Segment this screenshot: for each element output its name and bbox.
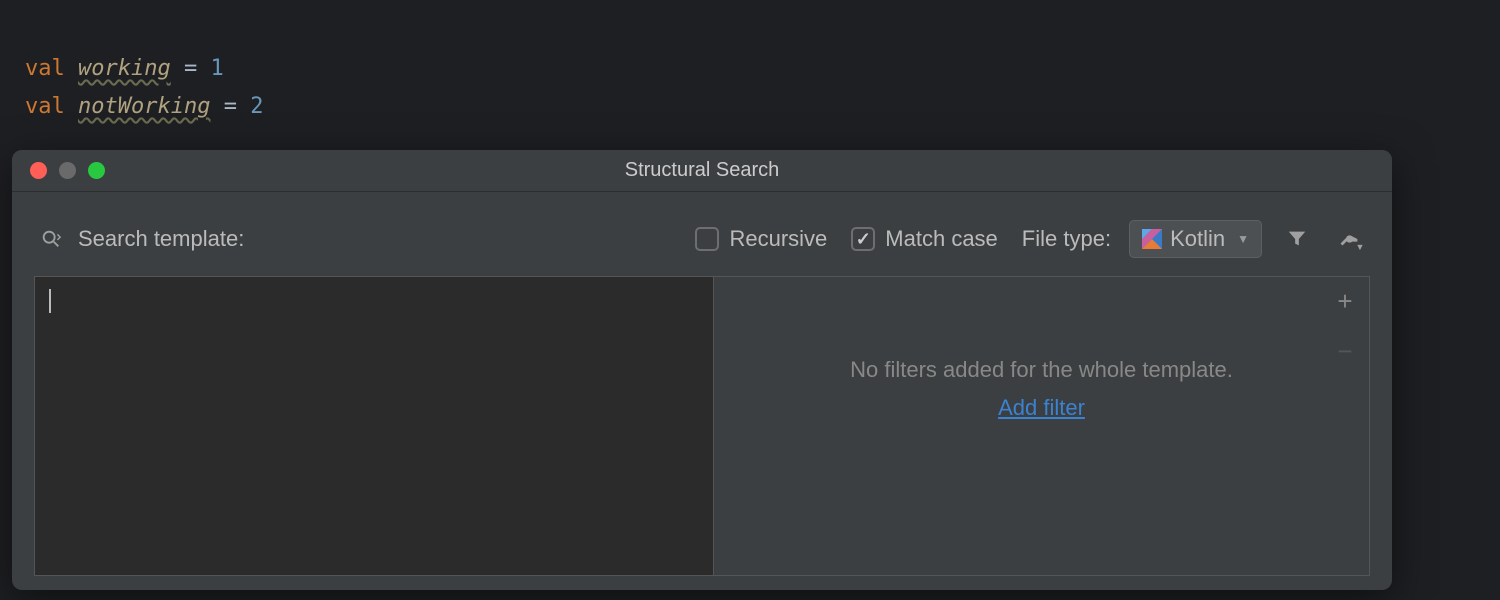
keyword: val [25,56,65,81]
recursive-label: Recursive [729,226,827,252]
operator: = [224,94,237,119]
close-window-button[interactable] [30,162,47,179]
checkbox-box[interactable] [695,227,719,251]
checkbox-box[interactable] [851,227,875,251]
filetype-dropdown[interactable]: Kotlin ▼ [1129,220,1262,258]
minimize-window-button[interactable] [59,162,76,179]
variable-name: working [78,56,171,81]
filters-panel: + − No filters added for the whole templ… [714,276,1370,576]
filters-empty-text: No filters added for the whole template. [850,357,1233,383]
editor-pane[interactable]: val working = 1 val notWorking = 2 [0,0,1500,126]
tools-button[interactable]: ▼ [1332,220,1370,258]
toolbar: Search template: Recursive Match case Fi… [12,192,1392,276]
panels: + − No filters added for the whole templ… [34,276,1370,576]
code-line: val notWorking = 2 [25,88,1500,126]
structural-search-dialog: Structural Search Search template: Recur… [12,150,1392,590]
filetype-label: File type: [1022,226,1111,252]
search-icon[interactable] [40,228,62,250]
number-literal: 2 [250,94,263,119]
search-template-input[interactable] [34,276,714,576]
add-filter-button[interactable]: + [1331,287,1359,315]
filter-side-buttons: + − [1331,287,1359,365]
variable-name: notWorking [78,94,210,119]
dialog-title: Structural Search [12,159,1392,182]
search-template-label: Search template: [78,226,244,252]
filter-button[interactable] [1278,220,1316,258]
code-line: val working = 1 [25,50,1500,88]
recursive-checkbox[interactable]: Recursive [695,226,827,252]
add-filter-link[interactable]: Add filter [998,395,1085,421]
filetype-value: Kotlin [1170,226,1225,252]
maximize-window-button[interactable] [88,162,105,179]
operator: = [184,56,197,81]
window-controls [12,162,105,179]
keyword: val [25,94,65,119]
remove-filter-button[interactable]: − [1331,337,1359,365]
chevron-down-icon: ▼ [1237,232,1249,246]
text-cursor [49,289,51,313]
titlebar[interactable]: Structural Search [12,150,1392,192]
kotlin-icon [1142,229,1162,249]
match-case-checkbox[interactable]: Match case [851,226,998,252]
number-literal: 1 [210,56,223,81]
match-case-label: Match case [885,226,998,252]
